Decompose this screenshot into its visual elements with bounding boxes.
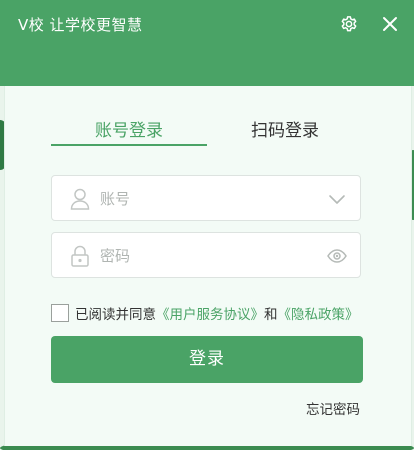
account-field[interactable] [51, 175, 361, 221]
user-icon [70, 188, 90, 210]
settings-button[interactable] [337, 12, 361, 36]
active-tab-indicator [51, 144, 207, 146]
close-button[interactable] [378, 12, 402, 36]
agreement-text: 已阅读并同意 [75, 307, 156, 323]
login-button[interactable]: 登录 [51, 336, 363, 383]
tab-qr-login[interactable]: 扫码登录 [207, 118, 363, 148]
lock-icon [71, 245, 89, 267]
gear-icon [341, 16, 357, 32]
terms-link[interactable]: 《用户服务协议》 [156, 303, 264, 323]
privacy-link[interactable]: 《隐私政策》 [278, 303, 359, 323]
agreement-row: 已阅读并同意 《用户服务协议》 和 《隐私政策》 [51, 303, 359, 323]
close-icon [383, 17, 397, 31]
agreement-checkbox[interactable] [51, 304, 69, 322]
title-bar: V校 让学校更智慧 [0, 0, 414, 86]
login-window: V校 让学校更智慧 账号登录 扫码登录 账号 已阅读并同意 《用户服务协议》 和… [0, 0, 414, 450]
password-input[interactable] [98, 242, 322, 270]
chevron-down-icon[interactable] [326, 188, 348, 210]
login-tabs: 账号登录 扫码登录 [51, 118, 363, 148]
eye-icon[interactable] [326, 245, 348, 267]
password-field[interactable] [51, 232, 361, 278]
window-title: V校 让学校更智慧 [18, 16, 143, 34]
forgot-password-link[interactable]: 忘记密码 [306, 398, 360, 418]
account-input[interactable] [98, 185, 322, 213]
agreement-conjunction: 和 [264, 307, 278, 323]
